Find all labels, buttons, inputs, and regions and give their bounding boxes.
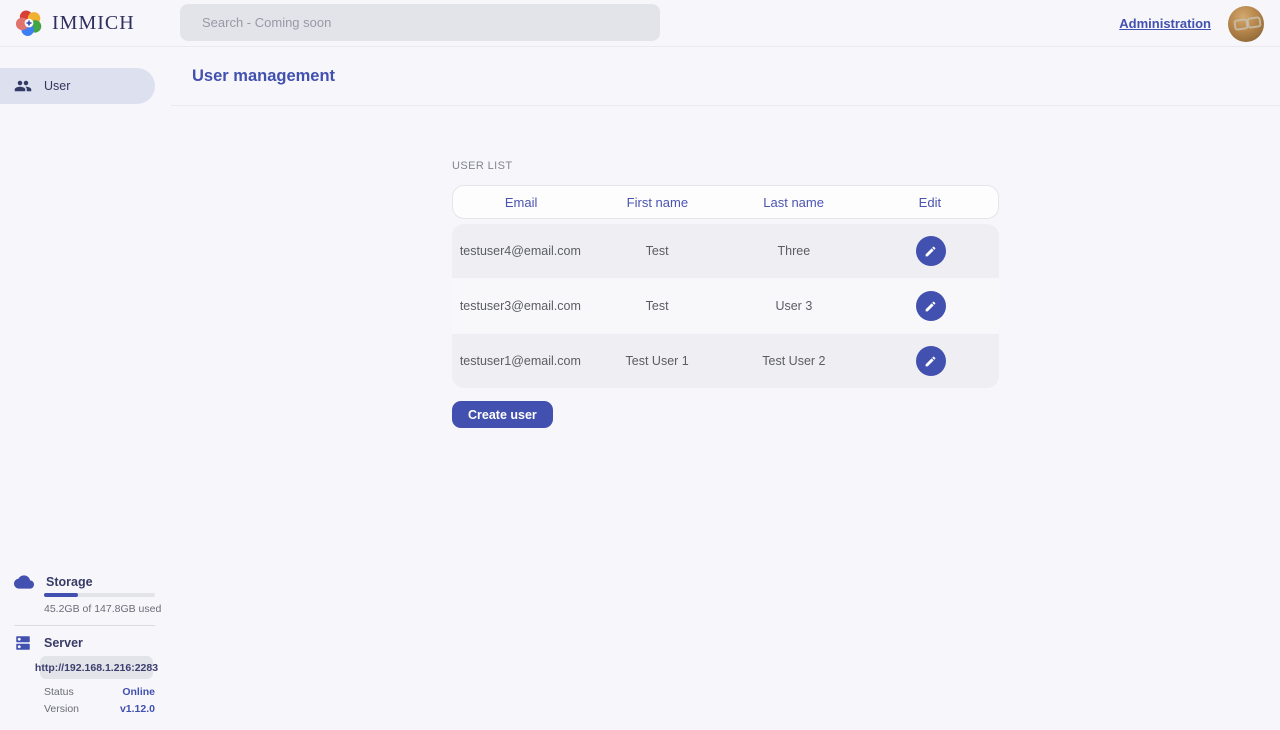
pencil-icon <box>924 300 937 313</box>
page-title: User management <box>192 67 335 86</box>
column-header-first-name: First name <box>589 195 725 210</box>
cloud-icon <box>14 572 34 592</box>
sidebar-divider <box>14 625 155 626</box>
storage-usage-text: 45.2GB of 147.8GB used <box>44 603 161 615</box>
storage-title: Storage <box>46 575 93 589</box>
create-user-button[interactable]: Create user <box>452 401 553 428</box>
search-input[interactable] <box>180 4 660 41</box>
edit-user-button[interactable] <box>916 236 946 266</box>
edit-user-button[interactable] <box>916 346 946 376</box>
status-value: Online <box>122 686 155 698</box>
administration-link[interactable]: Administration <box>1119 16 1211 31</box>
top-header: IMMICH Administration <box>0 0 1280 47</box>
column-header-last-name: Last name <box>726 195 862 210</box>
user-list-heading: USER LIST <box>452 160 999 172</box>
edit-user-button[interactable] <box>916 291 946 321</box>
sidebar-item-user[interactable]: User <box>0 68 155 104</box>
main-content: User management USER LIST Email First na… <box>171 47 1280 730</box>
admin-sidebar: User Storage 45.2GB of 147.8GB used Serv… <box>0 47 171 730</box>
cell-email: testuser4@email.com <box>452 244 589 258</box>
server-title: Server <box>44 636 83 650</box>
cell-email: testuser1@email.com <box>452 354 589 368</box>
storage-progress-bar <box>44 593 155 597</box>
cell-last-name: Test User 2 <box>726 354 863 368</box>
cell-first-name: Test <box>589 244 726 258</box>
column-header-email: Email <box>453 195 589 210</box>
pencil-icon <box>924 245 937 258</box>
user-table-header: Email First name Last name Edit <box>452 185 999 219</box>
cell-first-name: Test User 1 <box>589 354 726 368</box>
server-url-chip: http://192.168.1.216:2283 <box>40 656 153 679</box>
version-label: Version <box>44 703 79 715</box>
server-status-panel: Storage 45.2GB of 147.8GB used Server ht… <box>0 570 171 730</box>
server-icon <box>14 634 32 652</box>
page-title-bar: User management <box>171 47 1280 106</box>
pencil-icon <box>924 355 937 368</box>
sidebar-item-label: User <box>44 79 70 93</box>
cell-first-name: Test <box>589 299 726 313</box>
user-avatar[interactable] <box>1228 6 1264 42</box>
cell-last-name: User 3 <box>726 299 863 313</box>
column-header-edit: Edit <box>862 195 998 210</box>
table-row: testuser3@email.com Test User 3 <box>452 279 999 333</box>
table-row: testuser1@email.com Test User 1 Test Use… <box>452 334 999 388</box>
status-label: Status <box>44 686 74 698</box>
immich-flower-icon <box>14 8 44 38</box>
app-title: IMMICH <box>52 12 135 35</box>
users-icon <box>14 77 32 95</box>
user-table: testuser4@email.com Test Three testuser3… <box>452 224 999 388</box>
cell-email: testuser3@email.com <box>452 299 589 313</box>
cell-last-name: Three <box>726 244 863 258</box>
app-logo[interactable]: IMMICH <box>14 8 135 38</box>
table-row: testuser4@email.com Test Three <box>452 224 999 278</box>
version-value: v1.12.0 <box>120 703 155 715</box>
storage-progress-fill <box>44 593 78 597</box>
